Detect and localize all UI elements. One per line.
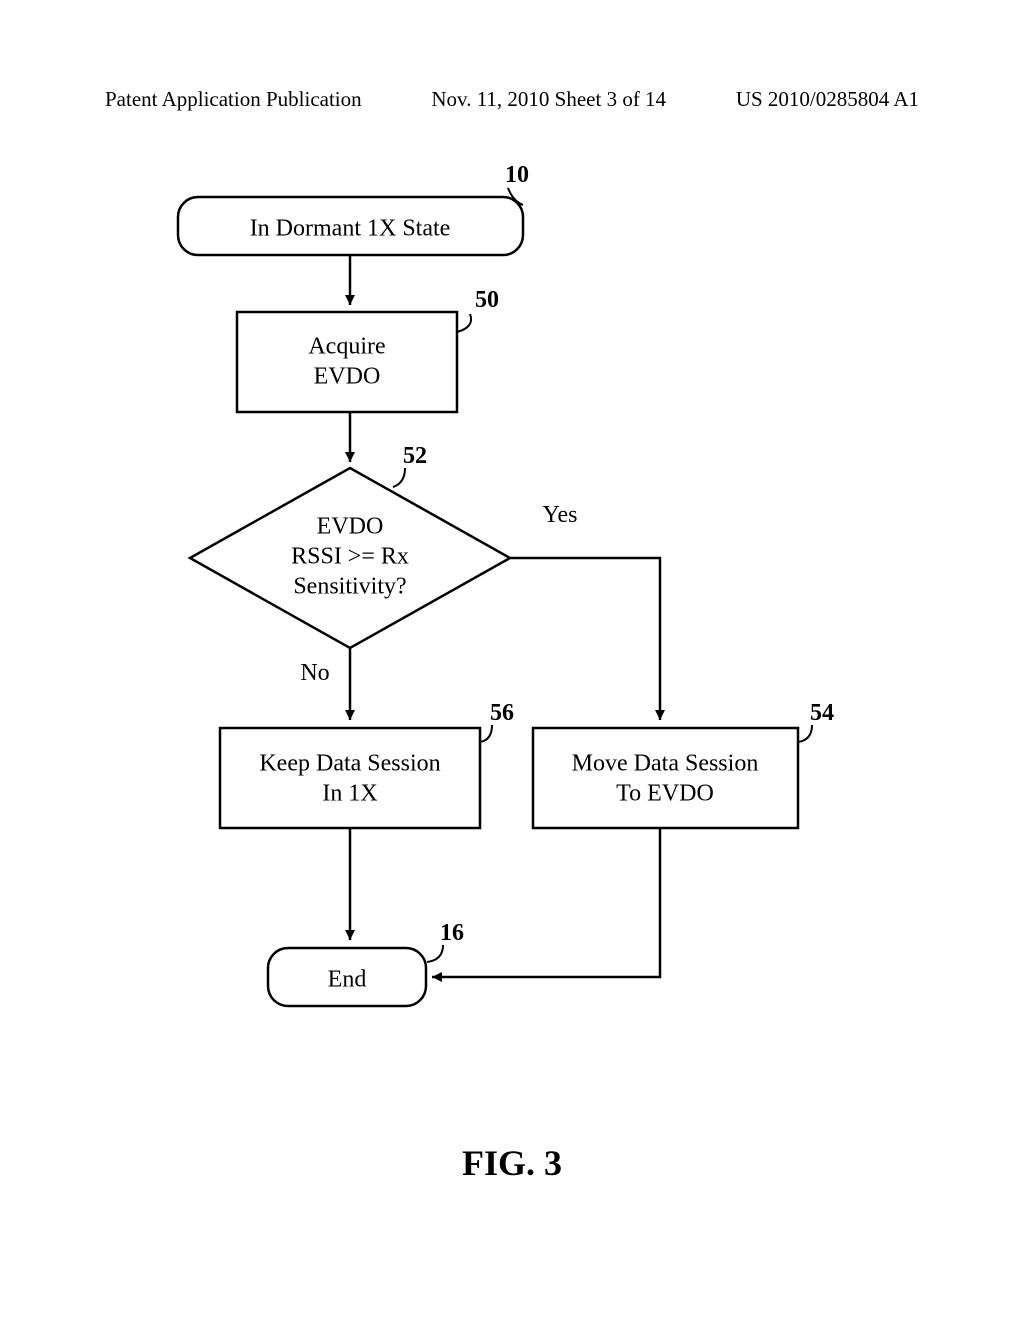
start-node: In Dormant 1X State <box>178 197 523 255</box>
acquire-line2: EVDO <box>314 364 381 390</box>
decision-line3: Sensitivity? <box>293 574 406 600</box>
move-ref-num: 54 <box>810 700 834 726</box>
decision-line1: EVDO <box>317 514 384 540</box>
arrow-move-to-end <box>432 828 660 977</box>
keep-node: Keep Data Session In 1X <box>220 728 480 828</box>
move-line2: To EVDO <box>616 781 714 807</box>
acquire-line1: Acquire <box>308 334 385 360</box>
end-ref-num: 16 <box>440 920 464 946</box>
no-label: No <box>300 660 329 686</box>
keep-line1: Keep Data Session <box>259 751 440 777</box>
acquire-node: Acquire EVDO <box>237 312 457 412</box>
start-ref-num: 10 <box>505 162 529 188</box>
keep-line2: In 1X <box>322 781 377 807</box>
decision-node: EVDO RSSI >= Rx Sensitivity? <box>190 468 510 648</box>
acquire-ref-num: 50 <box>475 287 499 313</box>
decision-ref-num: 52 <box>403 443 427 469</box>
move-node: Move Data Session To EVDO <box>533 728 798 828</box>
move-line1: Move Data Session <box>572 751 759 777</box>
keep-ref-num: 56 <box>490 700 514 726</box>
start-node-text: In Dormant 1X State <box>250 216 451 242</box>
figure-label: FIG. 3 <box>462 1143 562 1183</box>
flowchart-diagram: In Dormant 1X State 10 Acquire EVDO 50 E… <box>0 0 1024 1320</box>
yes-label: Yes <box>543 502 578 528</box>
decision-line2: RSSI >= Rx <box>291 544 409 570</box>
end-node-text: End <box>328 967 367 993</box>
arrow-decision-yes-to-move <box>510 558 660 720</box>
end-node: End <box>268 948 426 1006</box>
